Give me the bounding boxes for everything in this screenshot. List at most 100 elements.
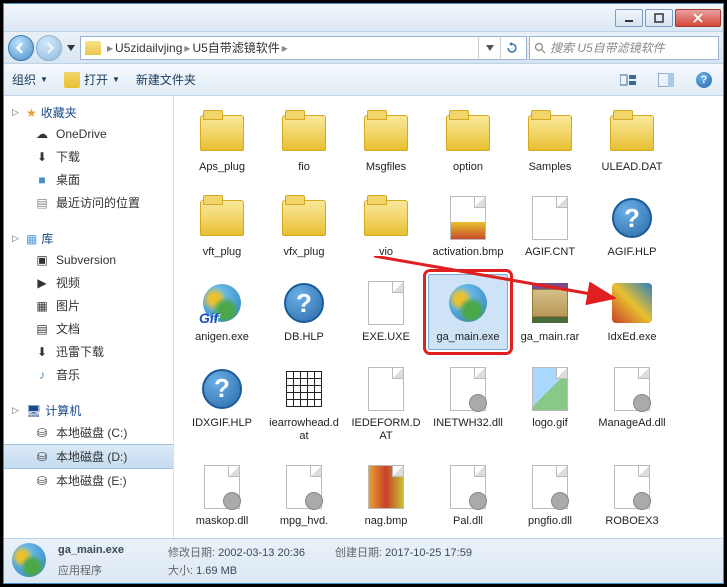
file-icon: ? <box>198 365 246 413</box>
file-item[interactable]: IdxEd.exe <box>592 274 672 349</box>
help-button[interactable]: ? <box>693 69 715 91</box>
file-item[interactable]: fio <box>264 104 344 179</box>
file-icon <box>444 365 492 413</box>
file-item[interactable]: ?IDXGIF.HLP <box>182 360 262 448</box>
refresh-button[interactable] <box>500 36 522 60</box>
file-label: anigen.exe <box>195 331 249 344</box>
file-label: Pal.dll <box>453 515 483 528</box>
file-label: ROBOEX3 <box>605 515 658 528</box>
file-icon <box>526 365 574 413</box>
file-item[interactable]: ? AGIF.HLP <box>592 189 672 264</box>
file-icon: Gif <box>198 279 246 327</box>
file-item[interactable]: option <box>428 104 508 179</box>
file-label: IdxEd.exe <box>608 331 657 344</box>
computer-header[interactable]: ▷🖥计算机 <box>4 400 173 421</box>
forward-button[interactable] <box>36 35 62 61</box>
file-item[interactable]: logo.gif <box>510 360 590 448</box>
new-folder-button[interactable]: 新建文件夹 <box>136 71 196 88</box>
file-icon <box>444 279 492 327</box>
file-item[interactable]: INETWH32.dll <box>428 360 508 448</box>
desktop-icon: ■ <box>34 172 50 188</box>
libraries-header[interactable]: ▷▦库 <box>4 228 173 249</box>
file-icon <box>362 279 410 327</box>
view-options-button[interactable] <box>617 69 639 91</box>
file-icon <box>280 109 328 157</box>
file-item[interactable]: vft_plug <box>182 189 262 264</box>
download-icon: ⬇ <box>34 149 50 165</box>
file-item[interactable]: ULEAD.DAT <box>592 104 672 179</box>
file-label: Samples <box>529 161 572 174</box>
file-label: logo.gif <box>532 417 567 430</box>
sidebar-item-onedrive[interactable]: ☁OneDrive <box>4 123 173 145</box>
file-item[interactable]: ?DB.HLP <box>264 274 344 349</box>
svn-icon: ▣ <box>34 252 50 268</box>
file-item[interactable]: IEDEFORM.DAT <box>346 360 426 448</box>
file-icon <box>608 109 656 157</box>
file-item[interactable]: mpg_hvd. <box>264 458 344 533</box>
preview-pane-button[interactable] <box>655 69 677 91</box>
sidebar-item-desktop[interactable]: ■桌面 <box>4 168 173 191</box>
file-label: IEDEFORM.DAT <box>349 417 423 443</box>
file-item[interactable]: maskop.dll <box>182 458 262 533</box>
sidebar-item-recent[interactable]: ▤最近访问的位置 <box>4 191 173 214</box>
open-button[interactable]: 打开▼ <box>64 71 120 88</box>
close-button[interactable] <box>675 9 721 27</box>
file-item[interactable]: nag.bmp <box>346 458 426 533</box>
sidebar-item-drive-d[interactable]: ⛁本地磁盘 (D:) <box>4 444 173 469</box>
file-label: nag.bmp <box>365 515 408 528</box>
file-label: AGIF.HLP <box>608 246 657 259</box>
file-item[interactable]: iearrowhead.dat <box>264 360 344 448</box>
sidebar-item-subversion[interactable]: ▣Subversion <box>4 249 173 271</box>
path-dropdown[interactable] <box>478 36 500 60</box>
sidebar-item-xunlei[interactable]: ⬇迅雷下载 <box>4 340 173 363</box>
path-part[interactable]: U5自带滤镜软件 <box>192 39 279 56</box>
file-item[interactable]: Aps_plug <box>182 104 262 179</box>
file-icon: ? <box>608 194 656 242</box>
path-part[interactable]: U5zidailvjing <box>115 41 182 55</box>
search-input[interactable]: 搜索 U5自带滤镜软件 <box>529 36 719 60</box>
file-label: iearrowhead.dat <box>267 417 341 443</box>
file-icon <box>526 194 574 242</box>
favorites-header[interactable]: ▷★收藏夹 <box>4 102 173 123</box>
file-item[interactable]: ROBOEX3 <box>592 458 672 533</box>
sidebar-item-drive-c[interactable]: ⛁本地磁盘 (C:) <box>4 421 173 444</box>
file-label: EXE.UXE <box>362 331 410 344</box>
file-label: DB.HLP <box>284 331 324 344</box>
file-item[interactable]: ManageAd.dll <box>592 360 672 448</box>
file-item[interactable]: ga_main.exe <box>428 274 508 349</box>
sidebar-item-videos[interactable]: ▶视频 <box>4 271 173 294</box>
file-item[interactable]: ga_main.rar <box>510 274 590 349</box>
xunlei-icon: ⬇ <box>34 344 50 360</box>
file-item[interactable]: AGIF.CNT <box>510 189 590 264</box>
file-item[interactable]: Msgfiles <box>346 104 426 179</box>
file-item[interactable]: vio <box>346 189 426 264</box>
sidebar-item-downloads[interactable]: ⬇下载 <box>4 145 173 168</box>
file-item[interactable]: activation.bmp <box>428 189 508 264</box>
organize-menu[interactable]: 组织▼ <box>12 71 48 88</box>
sidebar-item-music[interactable]: ♪音乐 <box>4 363 173 386</box>
drive-icon: ⛁ <box>34 473 50 489</box>
address-bar: ▸ U5zidailvjing ▸ U5自带滤镜软件 ▸ 搜索 U5自带滤镜软件 <box>4 32 723 64</box>
file-item[interactable]: Gif anigen.exe <box>182 274 262 349</box>
file-icon <box>198 463 246 511</box>
toolbar: 组织▼ 打开▼ 新建文件夹 ? <box>4 64 723 96</box>
back-button[interactable] <box>8 35 34 61</box>
file-label: INETWH32.dll <box>433 417 503 430</box>
file-view[interactable]: Aps_plugfioMsgfilesoption Samples ULEAD.DA… <box>174 96 723 538</box>
sidebar-item-documents[interactable]: ▤文档 <box>4 317 173 340</box>
file-label: activation.bmp <box>433 246 504 259</box>
file-item[interactable]: pngfio.dll <box>510 458 590 533</box>
path-box[interactable]: ▸ U5zidailvjing ▸ U5自带滤镜软件 ▸ <box>80 36 527 60</box>
history-dropdown[interactable] <box>64 35 78 61</box>
file-label: ULEAD.DAT <box>602 161 663 174</box>
folder-icon <box>85 41 101 55</box>
file-item[interactable]: vfx_plug <box>264 189 344 264</box>
minimize-button[interactable] <box>615 9 643 27</box>
file-item[interactable]: Pal.dll <box>428 458 508 533</box>
file-item[interactable]: EXE.UXE <box>346 274 426 349</box>
file-item[interactable]: Samples <box>510 104 590 179</box>
sidebar-item-pictures[interactable]: ▦图片 <box>4 294 173 317</box>
maximize-button[interactable] <box>645 9 673 27</box>
file-label: vft_plug <box>203 246 242 259</box>
sidebar-item-drive-e[interactable]: ⛁本地磁盘 (E:) <box>4 469 173 492</box>
